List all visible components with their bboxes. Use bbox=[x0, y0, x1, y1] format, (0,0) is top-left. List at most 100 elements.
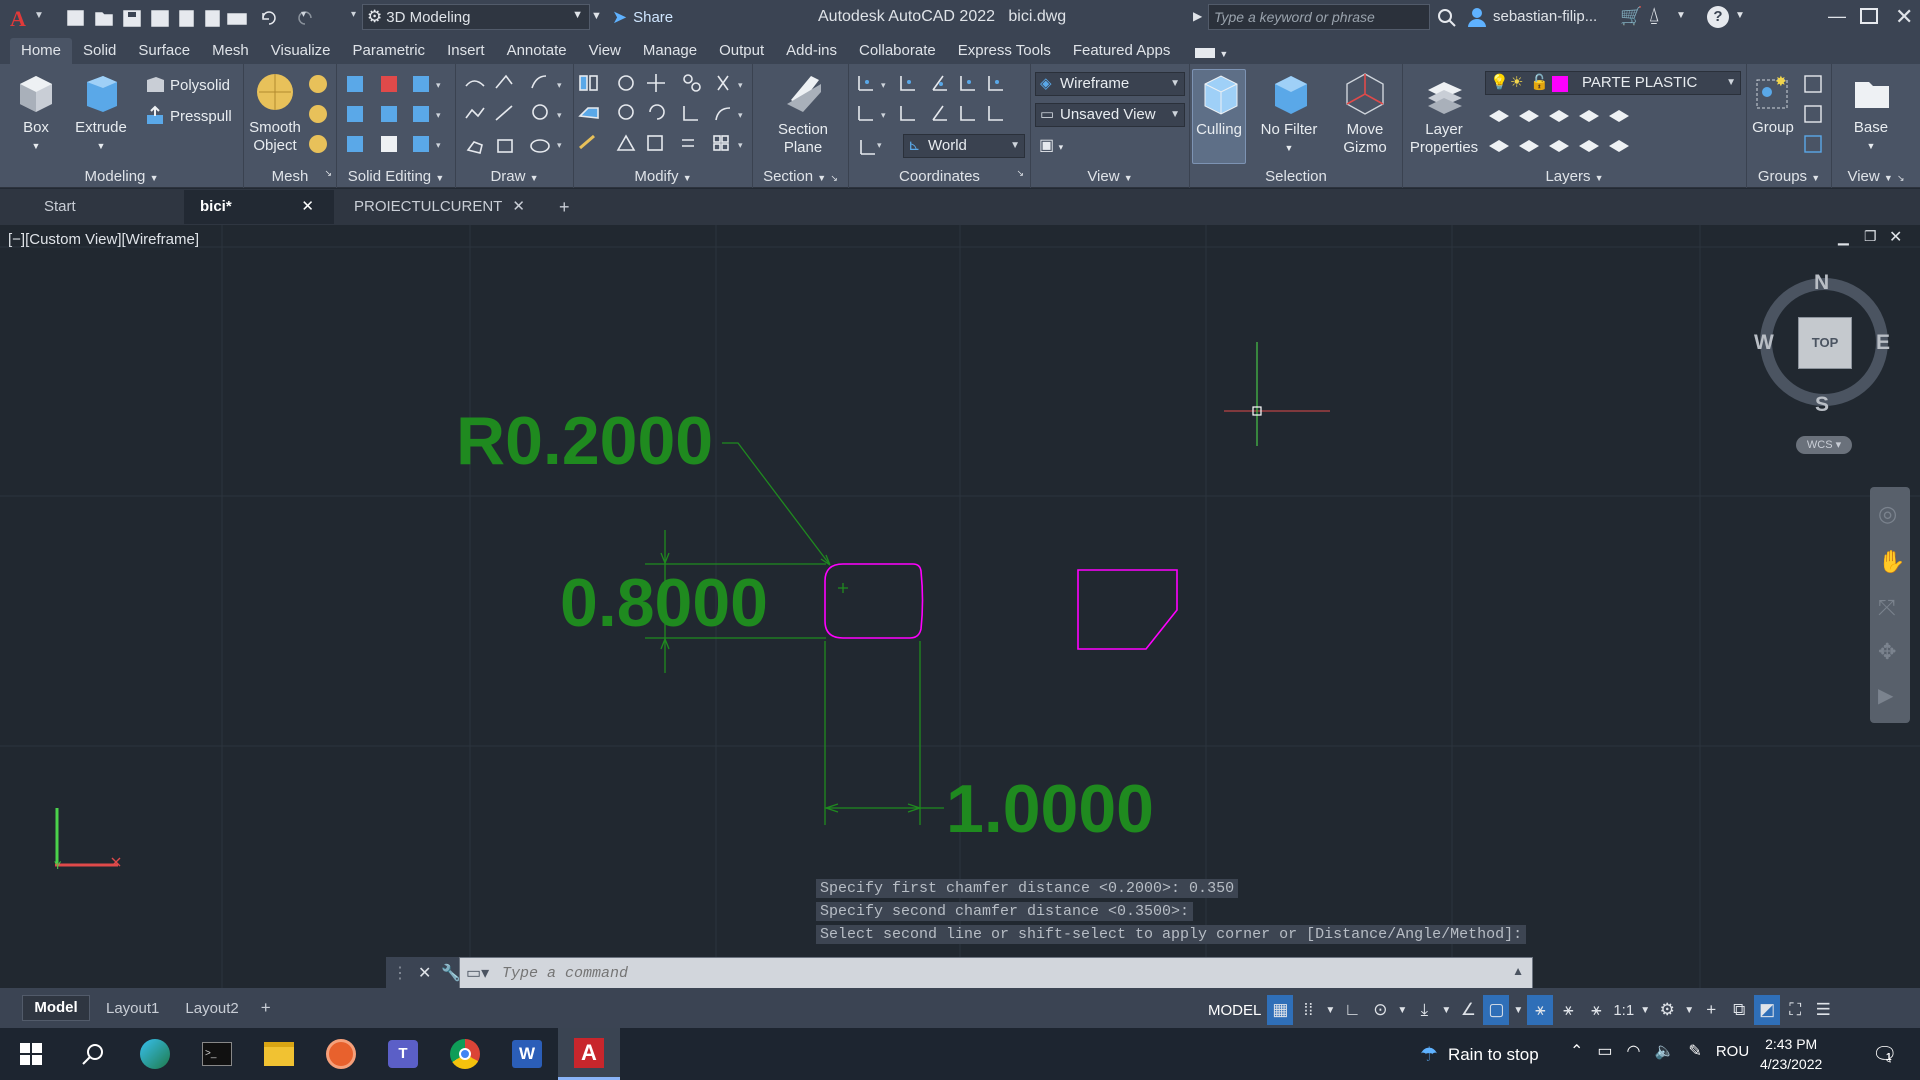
grid-icon[interactable]: ▦ bbox=[1267, 995, 1294, 1025]
workspace-gear-icon[interactable]: ⚙ bbox=[1654, 995, 1680, 1025]
zoom-extents-icon[interactable]: ⤧ bbox=[1878, 595, 1896, 621]
search-input[interactable]: Type a keyword or phrase bbox=[1208, 4, 1430, 30]
file-explorer-icon[interactable] bbox=[248, 1028, 310, 1080]
snap-icon[interactable]: ⁞⁞ bbox=[1295, 995, 1321, 1025]
file-tab-proiectulcurent[interactable]: PROIECTULCURENT ✕ bbox=[334, 190, 545, 224]
tab-solid[interactable]: Solid bbox=[72, 38, 127, 64]
panel-title-modeling[interactable]: Modeling ▼ bbox=[0, 168, 243, 185]
layer-properties-button[interactable]: Layer Properties bbox=[1407, 70, 1481, 157]
chrome-icon[interactable] bbox=[434, 1028, 496, 1080]
panel-title-modify[interactable]: Modify ▼ bbox=[574, 168, 752, 185]
viewcube-top-face[interactable]: TOP bbox=[1798, 317, 1852, 369]
ucs-icon-settings-icon[interactable]: ▾ bbox=[857, 134, 885, 158]
pen-icon[interactable]: ✎ bbox=[1688, 1041, 1701, 1061]
layer-tools-icon[interactable] bbox=[1487, 104, 1633, 158]
group-button[interactable]: ✸ Group bbox=[1749, 70, 1797, 137]
culling-button[interactable]: Culling bbox=[1192, 69, 1246, 164]
tab-home[interactable]: Home bbox=[10, 38, 73, 64]
help-icon[interactable]: ? bbox=[1707, 6, 1729, 28]
viewcube-west[interactable]: W bbox=[1754, 331, 1774, 355]
auto-scale-icon[interactable]: ⚹ bbox=[1555, 995, 1581, 1025]
polar-tracking-icon[interactable]: ⊙ bbox=[1367, 995, 1393, 1025]
tab-featured-apps[interactable]: Featured Apps bbox=[1062, 38, 1182, 64]
chevron-down-icon[interactable]: ▼ bbox=[1676, 10, 1686, 21]
viewcube-south[interactable]: S bbox=[1815, 393, 1829, 417]
chevron-down-icon[interactable]: ▼ bbox=[1323, 995, 1337, 1025]
annotation-scale-value[interactable]: 1:1 bbox=[1611, 1002, 1636, 1019]
close-icon[interactable]: ✕ bbox=[301, 190, 314, 224]
chevron-up-icon[interactable]: ▲ bbox=[1512, 964, 1524, 978]
wifi-icon[interactable]: ◠ bbox=[1627, 1041, 1641, 1061]
tab-surface[interactable]: Surface bbox=[127, 38, 201, 64]
layout-tab-model[interactable]: Model bbox=[22, 995, 90, 1021]
viewport-minimize-icon[interactable]: ▁ bbox=[1838, 229, 1849, 246]
ucs-named-combo[interactable]: ⊾ World ▼ bbox=[903, 134, 1025, 158]
tab-output[interactable]: Output bbox=[708, 38, 775, 64]
panel-title-groups[interactable]: Groups ▼ bbox=[1747, 168, 1831, 185]
tab-annotate[interactable]: Annotate bbox=[496, 38, 578, 64]
ribbon-minimize-icon[interactable] bbox=[1195, 48, 1216, 58]
move-gizmo-button[interactable]: Move Gizmo bbox=[1330, 70, 1400, 157]
user-name[interactable]: sebastian-filip... bbox=[1493, 8, 1597, 25]
windows-start-icon[interactable] bbox=[0, 1028, 62, 1080]
named-view-combo[interactable]: ▭ Unsaved View ▼ bbox=[1035, 103, 1185, 127]
panel-title-solid-editing[interactable]: Solid Editing ▼ bbox=[337, 168, 455, 185]
viewcube-east[interactable]: E bbox=[1876, 331, 1890, 355]
autocad-logo-icon[interactable]: A bbox=[10, 6, 26, 32]
word-icon[interactable]: W bbox=[496, 1028, 558, 1080]
new-tab-plus-icon[interactable]: + bbox=[545, 190, 584, 224]
autodesk-a360-icon[interactable]: ⍙ bbox=[1648, 4, 1660, 27]
workspace-switcher[interactable]: ⚙ 3D Modeling ▼ bbox=[362, 4, 590, 30]
quick-access-customize-icon[interactable]: ▼ bbox=[591, 10, 602, 22]
polysolid-button[interactable]: Polysolid bbox=[144, 74, 230, 96]
smooth-object-button[interactable]: Smooth Object bbox=[248, 70, 302, 155]
ortho-icon[interactable]: ∟ bbox=[1339, 995, 1365, 1025]
chevron-down-icon[interactable]: ▼ bbox=[1395, 995, 1409, 1025]
layer-combo[interactable]: 💡 ☀ 🔓 PARTE PLASTIC ▼ bbox=[1485, 71, 1741, 95]
user-icon[interactable] bbox=[1467, 6, 1487, 28]
drawing-viewport[interactable]: R0.2000 0.8000 1.0000 [−][Custom View][W… bbox=[0, 225, 1920, 988]
extrude-button[interactable]: Extrude ▼ bbox=[72, 70, 130, 155]
search-icon[interactable] bbox=[62, 1028, 124, 1080]
pan-hand-icon[interactable]: ✋ bbox=[1878, 549, 1905, 575]
tab-visualize[interactable]: Visualize bbox=[260, 38, 342, 64]
speaker-icon[interactable]: 🔈 bbox=[1655, 1041, 1675, 1061]
chevron-down-icon[interactable]: ▼ bbox=[1511, 995, 1525, 1025]
radius-dimension-text[interactable]: R0.2000 bbox=[456, 407, 713, 475]
chevron-down-icon[interactable]: ▼ bbox=[1682, 995, 1696, 1025]
isolate-objects-icon[interactable]: ⧉ bbox=[1726, 995, 1752, 1025]
language-indicator[interactable]: ROU bbox=[1716, 1043, 1749, 1060]
tab-mesh[interactable]: Mesh bbox=[201, 38, 260, 64]
tab-view[interactable]: View bbox=[578, 38, 632, 64]
search-expand-icon[interactable]: ▶ bbox=[1193, 9, 1202, 23]
autocad-taskbar-icon[interactable]: A bbox=[558, 1028, 620, 1080]
command-line-grip-icon[interactable]: ⋮ bbox=[392, 963, 408, 983]
showmotion-icon[interactable]: ▶ bbox=[1878, 683, 1893, 708]
mesh-tools-icon[interactable] bbox=[306, 72, 330, 168]
panel-title-view[interactable]: View ▼ bbox=[1031, 168, 1189, 185]
draw-tools-icon[interactable]: ▾ ▾ ▾ bbox=[462, 72, 570, 164]
close-icon[interactable]: ✕ bbox=[1895, 4, 1913, 30]
orbit-icon[interactable]: ✥ bbox=[1878, 639, 1896, 665]
file-tab-start[interactable]: Start bbox=[0, 190, 184, 224]
tab-parametric[interactable]: Parametric bbox=[342, 38, 437, 64]
clean-screen-icon[interactable]: ⛶ bbox=[1782, 995, 1808, 1025]
ucs-tools-icon[interactable]: ▾▾ bbox=[855, 72, 1025, 132]
clock[interactable]: 2:43 PM 4/23/2022 bbox=[1760, 1034, 1822, 1074]
viewport-controls-label[interactable]: [−][Custom View][Wireframe] bbox=[8, 231, 199, 248]
chamfered-rectangle[interactable] bbox=[1077, 569, 1178, 650]
presspull-button[interactable]: Presspull bbox=[144, 105, 232, 127]
cart-icon[interactable]: 🛒 bbox=[1620, 6, 1642, 27]
visual-style-combo[interactable]: ◈ Wireframe ▼ bbox=[1035, 72, 1185, 96]
undo-dropdown-icon[interactable]: ▾ bbox=[301, 9, 306, 20]
teams-icon[interactable]: T bbox=[372, 1028, 434, 1080]
chevron-down-icon[interactable]: ▼ bbox=[1439, 995, 1453, 1025]
panel-title-view-base[interactable]: View ▼ ↘ bbox=[1832, 168, 1920, 185]
tab-insert[interactable]: Insert bbox=[436, 38, 496, 64]
model-space-toggle[interactable]: MODEL bbox=[1204, 1002, 1265, 1019]
group-tools-icon[interactable] bbox=[1801, 72, 1829, 164]
panel-title-coordinates[interactable]: Coordinates ↘ bbox=[849, 168, 1030, 185]
panel-title-draw[interactable]: Draw ▼ bbox=[456, 168, 573, 185]
viewport-restore-icon[interactable]: ❐ bbox=[1864, 228, 1877, 245]
battery-icon[interactable]: ▭ bbox=[1597, 1041, 1612, 1061]
